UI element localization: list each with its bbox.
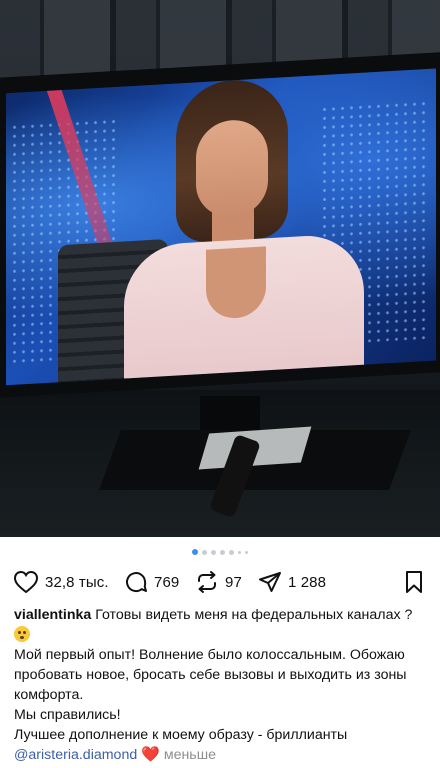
tv-monitor — [0, 51, 440, 399]
heart-icon — [13, 570, 39, 594]
post-photo[interactable] — [0, 0, 440, 537]
share-button[interactable]: 1 288 — [258, 570, 326, 594]
post-caption: viallentinka Готовы видеть меня на федер… — [14, 605, 430, 765]
caption-line-1: Готовы видеть меня на федеральных канала… — [95, 607, 413, 623]
caption-line-3: Мы справились! — [14, 707, 121, 723]
send-icon — [259, 572, 281, 592]
comment-count: 769 — [154, 573, 180, 591]
caption-line-2: Мой первый опыт! Волнение было колоссаль… — [14, 647, 407, 703]
repost-button[interactable]: 97 — [195, 570, 242, 594]
carousel-indicator — [0, 547, 440, 557]
caption-username[interactable]: viallentinka — [14, 607, 91, 623]
share-count: 1 288 — [288, 573, 327, 591]
tv-screen — [6, 68, 436, 386]
post-action-bar: 32,8 тыс. 769 97 1 288 — [0, 566, 440, 598]
like-count: 32,8 тыс. — [45, 573, 109, 591]
mention-link[interactable]: @aristeria.diamond — [14, 747, 137, 763]
carousel-dot — [220, 549, 225, 555]
carousel-dot-active — [192, 549, 198, 555]
repost-count: 97 — [225, 573, 242, 591]
comment-icon — [126, 572, 147, 592]
carousel-dot — [202, 549, 207, 555]
bookmark-icon — [406, 571, 422, 593]
flushed-face-emoji-icon — [14, 626, 30, 642]
repost-icon — [198, 571, 216, 593]
carousel-dot — [229, 549, 234, 555]
save-button[interactable] — [404, 570, 424, 594]
carousel-dot — [245, 550, 248, 554]
like-button[interactable]: 32,8 тыс. — [13, 570, 109, 594]
carousel-dot — [238, 550, 241, 554]
carousel-dot — [211, 549, 216, 555]
red-heart-emoji-icon: ❤️ — [141, 746, 160, 763]
caption-line-4: Лучшее дополнение к моему образу - брилл… — [14, 727, 348, 743]
less-link[interactable]: меньше — [164, 747, 216, 763]
comment-button[interactable]: 769 — [124, 570, 179, 594]
presenter — [116, 72, 376, 386]
